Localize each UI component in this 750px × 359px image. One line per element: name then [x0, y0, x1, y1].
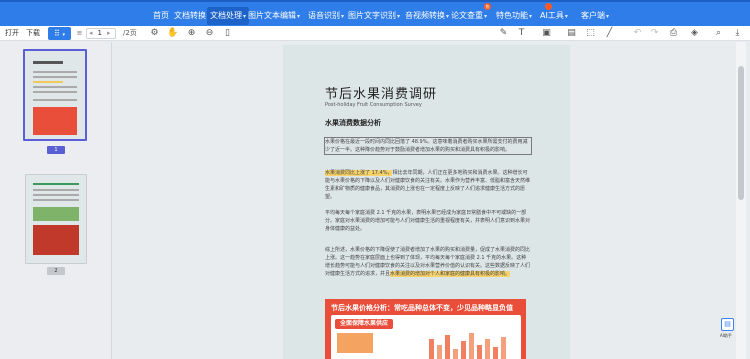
thumbnail-sidebar: 1 2: [0, 42, 112, 359]
nav-item-ai-tools[interactable]: AI工具▾: [537, 3, 571, 25]
page-navigator: ◂ 1 ▸: [86, 28, 116, 39]
bar-mark: [437, 345, 442, 359]
nav-item-voice-recognition[interactable]: 语音识别▾: [305, 7, 347, 25]
grid-icon: ⠿: [54, 29, 60, 38]
hot-badge: 热: [484, 3, 491, 10]
bar-mark: [493, 347, 498, 359]
pen-icon[interactable]: ✎: [498, 28, 509, 39]
bar-mark: [477, 345, 482, 359]
line-tool-icon[interactable]: ╱: [604, 28, 615, 39]
menu-icon[interactable]: ≡: [74, 28, 85, 39]
download-icon[interactable]: ⤓: [732, 28, 743, 39]
nav-item-special-features[interactable]: 特色功能▾: [493, 7, 535, 25]
card-title: 节后水果价格分析：常吃品种总体不变，少见品种略显负值: [331, 304, 513, 312]
page-thumbnail-1[interactable]: [23, 49, 87, 141]
prev-page-icon[interactable]: ◂: [87, 29, 95, 37]
page-thumbnail-2[interactable]: [25, 174, 87, 264]
bar-mark: [445, 335, 450, 359]
highlighted-text: 水果消费同比上涨了 17.4%，: [325, 170, 393, 176]
bar-mark: [469, 333, 474, 359]
nav-item-image-text-edit[interactable]: 图片文本编辑▾: [245, 7, 303, 25]
bar-mark: [501, 337, 506, 359]
paragraph: 平均每天每个家庭消费 2.1 千克的水果，表明水果已经成为家庭日常膳食中不可或缺…: [325, 210, 531, 232]
nav-item-client[interactable]: 客户端▾: [578, 7, 612, 25]
section-heading: 水果消费数据分析: [325, 119, 381, 127]
nav-item-image-ocr[interactable]: 图片文字识别▾: [345, 7, 403, 25]
assistant-label: AI助手: [720, 333, 732, 338]
image-icon[interactable]: ▣: [541, 28, 552, 39]
bar-mark: [429, 339, 434, 359]
settings-icon[interactable]: ⚙: [149, 28, 160, 39]
card-body: 全面保障水果供应: [331, 315, 521, 359]
paragraph: 综上所述，水果价格的下降促使了消费者增加了水果的购买和消费量，促成了水果消费的同…: [325, 247, 531, 277]
page-tools-icon[interactable]: ◈: [689, 28, 700, 39]
card-tag: 全面保障水果供应: [335, 319, 393, 329]
infographic-card: 节后水果价格分析：常吃品种总体不变，少见品种略显负值 全面保障水果供应: [325, 299, 526, 359]
zoom-out-icon[interactable]: ⊖: [204, 28, 215, 39]
print-icon[interactable]: ⎙: [668, 28, 679, 39]
bar-mark: [453, 349, 458, 359]
bar-mark: [485, 339, 490, 359]
page-number-badge: 2: [47, 267, 65, 275]
pdf-page: 节后水果消费调研 Post-holiday Fruit Consumption …: [283, 45, 570, 359]
annotation-icon[interactable]: ▤: [566, 28, 577, 39]
paragraph: 水果消费同比上涨了 17.4%，相比去年同期，人们正在更多地购买和消费水果。这种…: [325, 170, 531, 200]
vertical-scrollbar[interactable]: [736, 42, 746, 359]
shape-icon[interactable]: ⬚: [585, 28, 596, 39]
zoom-in-icon[interactable]: ⊕: [186, 28, 197, 39]
ai-hot-dot: [545, 3, 552, 10]
hand-tool-icon[interactable]: ✋: [167, 28, 178, 39]
page-number-input[interactable]: 1: [95, 29, 105, 37]
viewer-toolbar: 打开 下载 ⠿ ▾ ≡ ◂ 1 ▸ /2页 ⚙ ✋ ⊕ ⊖ ▯ ✎ T ▣ ▤ ⬚ …: [0, 26, 750, 41]
top-navigation-bar: 首页 文档转换▾ 文档处理▾ 图片文本编辑▾ 语音识别▾ 图片文字识别▾ 音视频…: [0, 0, 750, 26]
paragraph: 水果价格在最近一段时间内同比回落了 48.9%。这意味着消费者购买水果所需支付的…: [324, 137, 532, 155]
scrollbar-thumb[interactable]: [738, 66, 744, 200]
nav-item-thesis-check[interactable]: 论文查重▾ 热: [448, 3, 491, 25]
nav-item-av-convert[interactable]: 音视频转换▾: [402, 7, 452, 25]
search-icon[interactable]: ⌕: [713, 28, 724, 39]
page-number-badge: 1: [47, 146, 65, 154]
highlighted-text: 水果消费的增加对个人和家庭的健康具有积极的影响。: [390, 271, 511, 277]
download-button[interactable]: 下载: [26, 27, 40, 40]
dropdown-caret-icon: ▾: [62, 32, 65, 38]
page-total: /2页: [123, 29, 137, 37]
bar-mark: [461, 341, 466, 359]
fit-page-icon[interactable]: ▯: [222, 28, 233, 39]
nav-item-doc-process[interactable]: 文档处理▾: [207, 7, 250, 25]
document-subtitle: Post-holiday Fruit Consumption Survey: [325, 102, 422, 108]
assistant-button[interactable]: ▤: [721, 318, 734, 331]
undo-icon[interactable]: ↶: [632, 28, 643, 39]
open-button[interactable]: 打开: [5, 27, 19, 40]
document-title: 节后水果消费调研: [325, 87, 438, 102]
nav-item-home[interactable]: 首页: [150, 7, 172, 25]
doc-icon: ▤: [724, 320, 731, 328]
redo-icon[interactable]: ↷: [649, 28, 660, 39]
next-page-icon[interactable]: ▸: [105, 29, 113, 37]
text-tool-icon[interactable]: T: [516, 28, 527, 39]
grid-view-button[interactable]: ⠿ ▾: [48, 27, 71, 40]
fruit-image: [337, 333, 373, 353]
